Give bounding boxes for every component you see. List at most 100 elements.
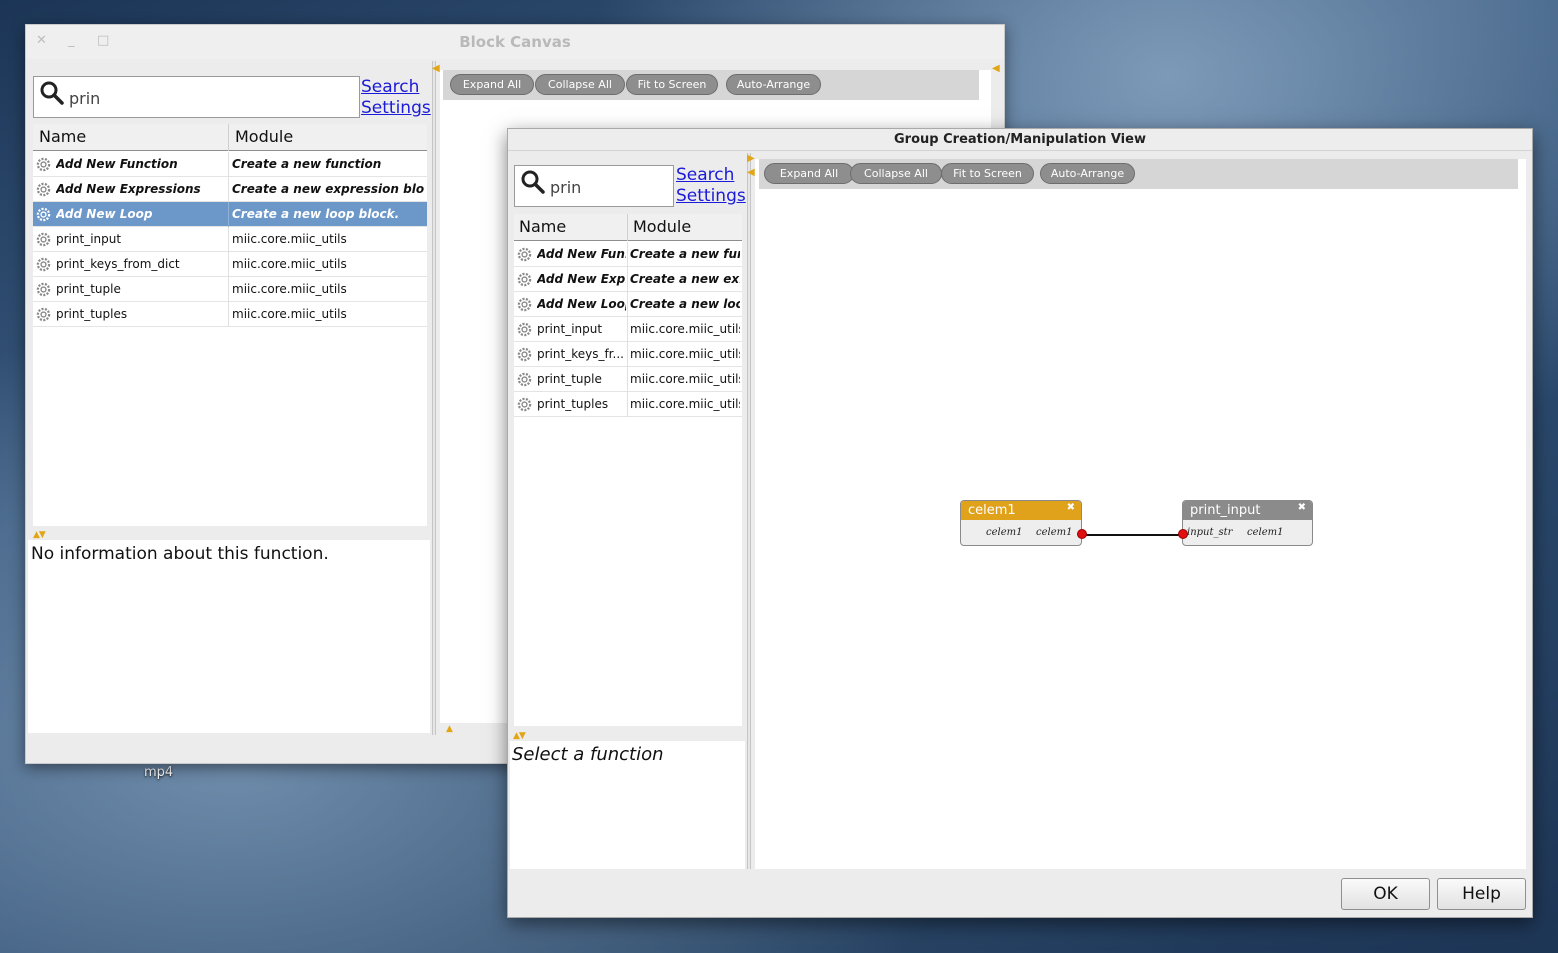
gear-icon: [517, 397, 532, 412]
collapse-right-arrow-icon[interactable]: ◀: [992, 63, 1000, 74]
vertical-splitter[interactable]: [747, 153, 751, 869]
info-panel: No information about this function.: [28, 540, 430, 733]
gear-icon: [517, 322, 532, 337]
gear-icon: [517, 297, 532, 312]
column-header-name[interactable]: Name: [519, 217, 566, 236]
table-row[interactable]: print_input miic.core.miic_utils: [514, 317, 742, 342]
collapse-right-arrow-icon[interactable]: ▶: [747, 153, 755, 164]
table-row[interactable]: print_tuple miic.core.miic_utils: [33, 277, 427, 302]
row-module: Create a new expression block: [232, 182, 424, 196]
column-header-module[interactable]: Module: [235, 127, 293, 146]
row-module: Create a new fun...: [630, 247, 740, 261]
collapse-left-arrow-icon[interactable]: ◀: [747, 167, 755, 178]
cell-separator: [228, 227, 229, 252]
cell-separator: [627, 242, 628, 267]
cell-separator: [228, 177, 229, 202]
gear-icon: [36, 257, 51, 272]
gear-icon: [36, 232, 51, 247]
row-name: Add New Loop: [56, 207, 153, 221]
row-module: miic.core.miic_utils: [630, 347, 740, 361]
search-link[interactable]: Search: [676, 165, 734, 186]
row-module: miic.core.miic_utils: [232, 282, 347, 296]
column-separator: [627, 214, 628, 241]
table-row[interactable]: Add New Fun... Create a new fun...: [514, 242, 742, 267]
row-module: Create a new function: [232, 157, 382, 171]
row-name: print_tuple: [537, 372, 602, 386]
settings-link[interactable]: Settings: [676, 186, 746, 207]
row-module: miic.core.miic_utils: [630, 322, 740, 336]
cell-separator: [627, 292, 628, 317]
row-name: print_tuples: [56, 307, 128, 321]
ok-button[interactable]: OK: [1341, 878, 1430, 910]
row-module: miic.core.miic_utils: [232, 257, 347, 271]
row-module: miic.core.miic_utils: [630, 372, 740, 386]
fit-to-screen-button[interactable]: Fit to Screen: [626, 74, 718, 95]
table-row[interactable]: Add New Expressions Create a new express…: [33, 177, 427, 202]
row-name: print_keys_fr...: [537, 347, 624, 361]
table-row[interactable]: print_input miic.core.miic_utils: [33, 227, 427, 252]
search-field[interactable]: [514, 165, 674, 207]
table-header: Name Module: [514, 214, 742, 241]
table-row[interactable]: Add New Function Create a new function: [33, 152, 427, 177]
column-separator: [228, 124, 229, 151]
gear-icon: [517, 247, 532, 262]
row-name: print_input: [56, 232, 122, 246]
vertical-splitter[interactable]: [432, 61, 436, 735]
node-print-input[interactable]: print_input ✖ input_str celem1: [1178, 500, 1313, 546]
node-title: celem1: [961, 501, 1081, 520]
table-row[interactable]: print_keys_fr... miic.core.miic_utils: [514, 342, 742, 367]
search-icon: [40, 81, 64, 105]
search-field[interactable]: [33, 76, 360, 118]
help-button[interactable]: Help: [1437, 878, 1526, 910]
node-close-icon[interactable]: ✖: [1067, 502, 1075, 513]
canvas-toolbar: Expand All Collapse All Fit to Screen Au…: [443, 70, 979, 100]
column-header-module[interactable]: Module: [633, 217, 691, 236]
collapse-left-arrow-icon[interactable]: ◀: [432, 63, 440, 74]
node-close-icon[interactable]: ✖: [1298, 502, 1306, 513]
column-header-name[interactable]: Name: [39, 127, 86, 146]
cell-separator: [627, 367, 628, 392]
gear-icon: [36, 207, 51, 222]
title-bar[interactable]: ✕ _ □ Block Canvas: [26, 25, 1004, 59]
bottom-splitter-handle[interactable]: ▲: [446, 724, 453, 734]
collapse-all-button[interactable]: Collapse All: [535, 74, 625, 95]
gear-icon: [517, 347, 532, 362]
window-title: Block Canvas: [459, 33, 571, 51]
search-input[interactable]: [548, 176, 668, 198]
info-panel: Select a function: [510, 741, 745, 869]
group-canvas-area[interactable]: Expand All Collapse All Fit to Screen Au…: [755, 159, 1526, 869]
desktop-file-label[interactable]: mp4: [144, 765, 173, 780]
title-bar[interactable]: Group Creation/Manipulation View: [508, 129, 1532, 151]
info-text: No information about this function.: [31, 544, 329, 564]
row-name: print_keys_from_dict: [56, 257, 180, 271]
output-port-label: celem1: [1247, 527, 1284, 538]
splitter-handle[interactable]: ▲▼: [33, 530, 46, 540]
row-module: miic.core.miic_utils: [630, 397, 740, 411]
cell-separator: [228, 302, 229, 327]
gear-icon: [517, 272, 532, 287]
table-row[interactable]: print_tuple miic.core.miic_utils: [514, 367, 742, 392]
group-creation-window: Group Creation/Manipulation View Search …: [507, 128, 1533, 918]
search-link[interactable]: Search: [361, 77, 419, 98]
settings-link[interactable]: Settings: [361, 98, 431, 119]
output-port-label: celem1: [1036, 527, 1073, 538]
table-row[interactable]: print_tuples miic.core.miic_utils: [514, 392, 742, 417]
auto-arrange-button[interactable]: Auto-Arrange: [726, 74, 821, 95]
table-row[interactable]: Add New Exp... Create a new ex...: [514, 267, 742, 292]
row-name: Add New Function: [56, 157, 178, 171]
table-row-selected[interactable]: Add New Loop Create a new loop block.: [33, 202, 427, 227]
row-module: miic.core.miic_utils: [232, 307, 347, 321]
gear-icon: [36, 307, 51, 322]
expand-all-button[interactable]: Expand All: [450, 74, 534, 95]
table-row[interactable]: print_keys_from_dict miic.core.miic_util…: [33, 252, 427, 277]
output-port[interactable]: [1077, 529, 1087, 539]
row-module: miic.core.miic_utils: [232, 232, 347, 246]
splitter-handle[interactable]: ▲▼: [513, 731, 526, 741]
gear-icon: [36, 182, 51, 197]
node-celem1[interactable]: celem1 ✖ celem1 celem1: [960, 500, 1087, 546]
table-row[interactable]: print_tuples miic.core.miic_utils: [33, 302, 427, 327]
row-name: Add New Expressions: [56, 182, 201, 196]
info-text: Select a function: [512, 744, 664, 765]
search-input[interactable]: [67, 87, 347, 109]
table-row[interactable]: Add New Loop Create a new loo...: [514, 292, 742, 317]
